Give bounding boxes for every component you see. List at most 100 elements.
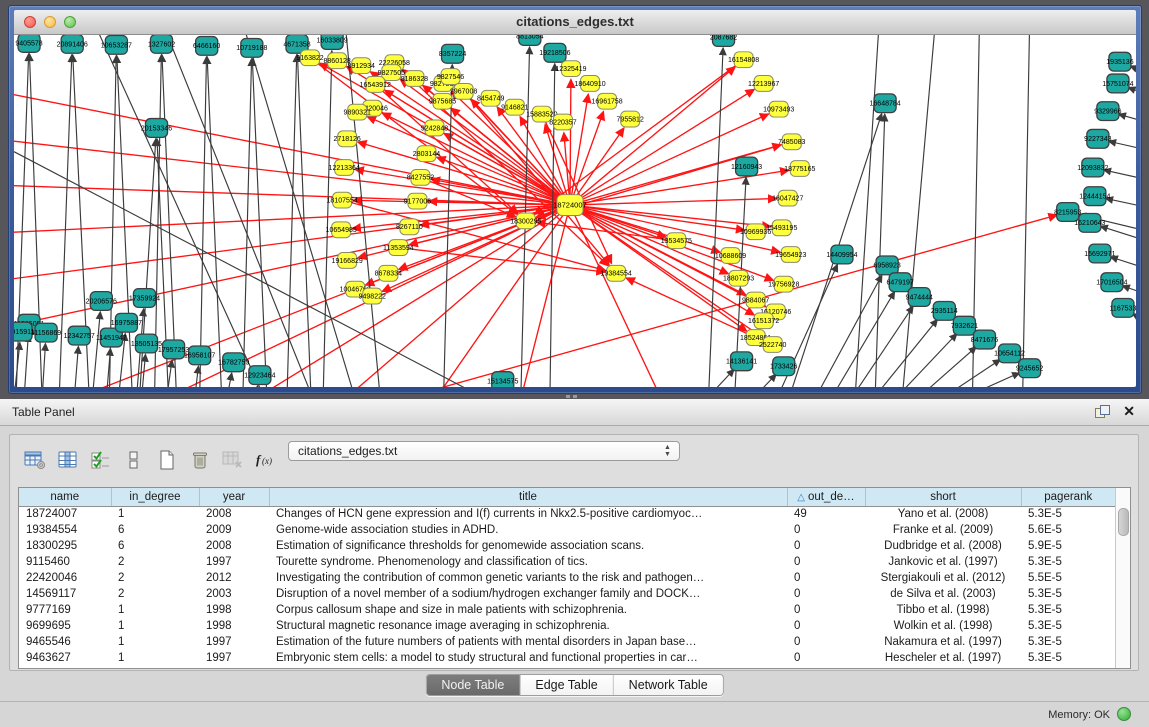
graph-edge[interactable] bbox=[163, 35, 314, 387]
table-cell[interactable]: 0 bbox=[787, 570, 865, 586]
table-cell[interactable]: Changes of HCN gene expression and I(f) … bbox=[269, 506, 787, 522]
graph-edge[interactable] bbox=[42, 343, 45, 387]
table-cell[interactable]: Wolkin et al. (1998) bbox=[865, 618, 1021, 634]
table-cell[interactable]: 5.5E-5 bbox=[1021, 570, 1115, 586]
table-row[interactable]: 1938455462009Genome-wide association stu… bbox=[19, 522, 1115, 538]
network-canvas[interactable]: 9405578208914061065328713276026466160107… bbox=[14, 35, 1136, 387]
table-cell[interactable]: 1998 bbox=[199, 618, 269, 634]
minimize-window-button[interactable] bbox=[44, 16, 56, 28]
show-selected-rows-button[interactable] bbox=[119, 447, 149, 475]
table-cell[interactable]: 5.3E-5 bbox=[1021, 618, 1115, 634]
graph-edge[interactable] bbox=[227, 373, 232, 387]
graph-edge[interactable] bbox=[1023, 35, 1030, 387]
graph-edge[interactable] bbox=[323, 51, 332, 387]
graph-edge[interactable] bbox=[436, 205, 570, 387]
graph-edge[interactable] bbox=[255, 386, 258, 387]
table-cell[interactable]: 5.6E-5 bbox=[1021, 522, 1115, 538]
table-cell[interactable]: 6 bbox=[111, 538, 199, 554]
table-cell[interactable]: Genome-wide association studies in ADHD. bbox=[269, 522, 787, 538]
table-settings-button[interactable] bbox=[20, 447, 50, 475]
close-panel-icon[interactable]: ✕ bbox=[1123, 403, 1135, 419]
tab-edge-table[interactable]: Edge Table bbox=[520, 675, 613, 695]
scrollbar-thumb[interactable] bbox=[1118, 508, 1129, 536]
table-cell[interactable]: 9463627 bbox=[19, 650, 111, 666]
graph-edge[interactable] bbox=[162, 55, 177, 387]
tab-network-table[interactable]: Network Table bbox=[614, 675, 723, 695]
table-cell[interactable]: 2008 bbox=[199, 538, 269, 554]
table-cell[interactable]: 5.3E-5 bbox=[1021, 554, 1115, 570]
network-svg[interactable]: 9405578208914061065328713276026466160107… bbox=[14, 35, 1136, 387]
table-cell[interactable]: Estimation of the future numbers of pati… bbox=[269, 634, 787, 650]
table-cell[interactable]: 0 bbox=[787, 634, 865, 650]
table-cell[interactable]: 2008 bbox=[199, 506, 269, 522]
table-cell[interactable]: 1998 bbox=[199, 602, 269, 618]
graph-edge[interactable] bbox=[570, 205, 728, 274]
graph-edge[interactable] bbox=[1122, 286, 1136, 294]
table-cell[interactable]: Estimation of significance thresholds fo… bbox=[269, 538, 787, 554]
table-cell[interactable]: 2009 bbox=[199, 522, 269, 538]
table-cell[interactable]: 1997 bbox=[199, 554, 269, 570]
table-cell[interactable]: 22420046 bbox=[19, 570, 111, 586]
network-window[interactable]: citations_edges.txt 940557 bbox=[8, 5, 1142, 394]
graph-edge[interactable] bbox=[200, 57, 207, 387]
graph-edge[interactable] bbox=[570, 94, 588, 205]
table-cell[interactable]: de Silva et al. (2003) bbox=[865, 586, 1021, 602]
column-header-in_degree[interactable]: in_degree bbox=[111, 488, 199, 506]
graph-edge[interactable] bbox=[74, 346, 78, 387]
graph-edge[interactable] bbox=[902, 35, 935, 387]
table-row[interactable]: 1830029562008Estimation of significance … bbox=[19, 538, 1115, 554]
graph-edge[interactable] bbox=[941, 359, 1000, 387]
table-cell[interactable]: 5.3E-5 bbox=[1021, 634, 1115, 650]
table-cell[interactable]: 2003 bbox=[199, 586, 269, 602]
table-row[interactable]: 946362711997Embryonic stem cells: a mode… bbox=[19, 650, 1115, 666]
zoom-window-button[interactable] bbox=[64, 16, 76, 28]
table-cell[interactable]: 1 bbox=[111, 602, 199, 618]
table-cell[interactable]: 19384554 bbox=[19, 522, 111, 538]
table-cell[interactable]: Stergiakouli et al. (2012) bbox=[865, 570, 1021, 586]
table-row[interactable]: 1456911722003Disruption of a novel membe… bbox=[19, 586, 1115, 602]
select-all-rows-button[interactable] bbox=[86, 447, 116, 475]
table-cell[interactable]: Nakamura et al. (1997) bbox=[865, 634, 1021, 650]
table-cell[interactable]: 0 bbox=[787, 650, 865, 666]
table-cell[interactable]: 2 bbox=[111, 554, 199, 570]
table-cell[interactable]: 14569117 bbox=[19, 586, 111, 602]
column-header-out_de[interactable]: △out_de… bbox=[787, 488, 865, 506]
table-cell[interactable]: 2012 bbox=[199, 570, 269, 586]
table-cell[interactable]: 1 bbox=[111, 618, 199, 634]
table-cell[interactable]: 9777169 bbox=[19, 602, 111, 618]
table-cell[interactable]: 5.3E-5 bbox=[1021, 602, 1115, 618]
table-cell[interactable]: 0 bbox=[787, 522, 865, 538]
table-cell[interactable]: Investigating the contribution of common… bbox=[269, 570, 787, 586]
show-columns-button[interactable] bbox=[53, 447, 83, 475]
table-cell[interactable]: 1 bbox=[111, 506, 199, 522]
table-cell[interactable]: 9115460 bbox=[19, 554, 111, 570]
graph-edge[interactable] bbox=[24, 335, 28, 387]
table-cell[interactable]: 0 bbox=[787, 554, 865, 570]
table-cell[interactable]: 2 bbox=[111, 586, 199, 602]
table-cell[interactable]: Tourette syndrome. Phenomenology and cla… bbox=[269, 554, 787, 570]
graph-edge[interactable] bbox=[708, 48, 723, 387]
graph-edge[interactable] bbox=[831, 292, 895, 387]
graph-edge[interactable] bbox=[382, 113, 570, 205]
table-row[interactable]: 1872400712008Changes of HCN gene express… bbox=[19, 506, 1115, 522]
table-cell[interactable]: Jankovic et al. (1997) bbox=[865, 554, 1021, 570]
table-cell[interactable]: 9699695 bbox=[19, 618, 111, 634]
column-header-name[interactable]: name bbox=[19, 488, 111, 506]
graph-edge[interactable] bbox=[855, 35, 879, 387]
table-cell[interactable]: 5.3E-5 bbox=[1021, 586, 1115, 602]
table-cell[interactable]: Embryonic stem cells: a model to study s… bbox=[269, 650, 787, 666]
table-cell[interactable]: 6 bbox=[111, 522, 199, 538]
table-cell[interactable]: 0 bbox=[787, 538, 865, 554]
graph-edge[interactable] bbox=[626, 278, 755, 338]
table-cell[interactable]: 18300295 bbox=[19, 538, 111, 554]
table-cell[interactable]: Yano et al. (2008) bbox=[865, 506, 1021, 522]
table-cell[interactable]: Hescheler et al. (1997) bbox=[865, 650, 1021, 666]
graph-edge[interactable] bbox=[873, 319, 937, 387]
table-cell[interactable]: 49 bbox=[787, 506, 865, 522]
table-cell[interactable]: 9465546 bbox=[19, 634, 111, 650]
table-row[interactable]: 946554611997Estimation of the future num… bbox=[19, 634, 1115, 650]
graph-edge[interactable] bbox=[570, 205, 745, 230]
graph-edge[interactable] bbox=[252, 59, 267, 387]
table-cell[interactable]: 2 bbox=[111, 570, 199, 586]
network-window-titlebar[interactable]: citations_edges.txt bbox=[14, 10, 1136, 35]
